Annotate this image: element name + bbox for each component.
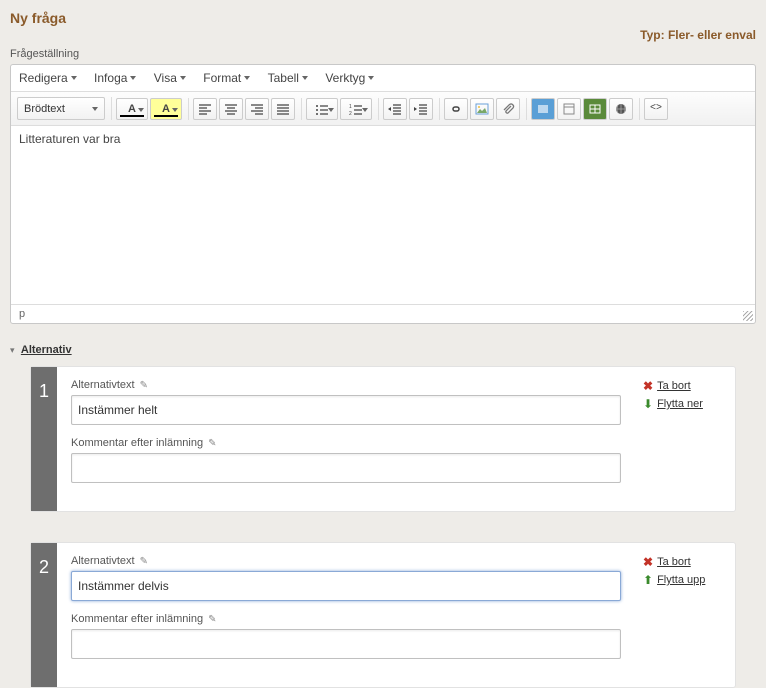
align-right-icon[interactable] xyxy=(245,98,269,120)
alternative-block: 1 Alternativtext ✎ Kommentar efter inläm… xyxy=(30,366,736,512)
remove-button[interactable]: ✖Ta bort xyxy=(643,555,727,569)
type-label: Typ: Fler- eller enval xyxy=(640,28,756,42)
menu-table[interactable]: Tabell xyxy=(268,71,308,85)
globe-icon[interactable] xyxy=(609,98,633,120)
alternative-number: 1 xyxy=(31,367,57,511)
editor-path: p xyxy=(19,308,25,320)
alt-text-label: Alternativtext ✎ xyxy=(71,555,621,567)
edit-icon[interactable]: ✎ xyxy=(208,614,216,625)
arrow-down-icon: ⬇ xyxy=(643,397,653,411)
block-format-select[interactable]: Brödtext xyxy=(17,97,105,120)
edit-icon[interactable]: ✎ xyxy=(140,556,148,567)
alt-comment-label: Kommentar efter inlämning ✎ xyxy=(71,437,621,449)
alt-text-input[interactable] xyxy=(71,395,621,425)
menu-tools[interactable]: Verktyg xyxy=(325,71,374,85)
svg-text:1: 1 xyxy=(349,104,352,110)
question-label: Frågeställning xyxy=(10,48,79,60)
remove-button[interactable]: ✖Ta bort xyxy=(643,379,727,393)
bullet-list-icon[interactable] xyxy=(306,98,338,120)
move-down-button[interactable]: ⬇Flytta ner xyxy=(643,397,727,411)
alternatives-header[interactable]: ▾ Alternativ xyxy=(10,342,756,356)
menu-insert[interactable]: Infoga xyxy=(94,71,136,85)
menu-edit[interactable]: Redigera xyxy=(19,71,77,85)
template-icon[interactable] xyxy=(557,98,581,120)
rich-text-editor: Redigera Infoga Visa Format Tabell Verkt… xyxy=(10,64,756,324)
edit-icon[interactable]: ✎ xyxy=(208,438,216,449)
move-up-button[interactable]: ⬆Flytta upp xyxy=(643,573,727,587)
number-list-icon[interactable]: 12 xyxy=(340,98,372,120)
editor-content[interactable]: Litteraturen var bra xyxy=(11,126,755,304)
link-icon[interactable] xyxy=(444,98,468,120)
alt-text-input[interactable] xyxy=(71,571,621,601)
alternative-block: 2 Alternativtext ✎ Kommentar efter inläm… xyxy=(30,542,736,688)
table-icon[interactable] xyxy=(583,98,607,120)
chevron-down-icon: ▾ xyxy=(10,345,15,356)
alt-comment-label: Kommentar efter inlämning ✎ xyxy=(71,613,621,625)
outdent-icon[interactable] xyxy=(383,98,407,120)
align-left-icon[interactable] xyxy=(193,98,217,120)
menu-format[interactable]: Format xyxy=(203,71,250,85)
resize-grip-icon[interactable] xyxy=(743,311,753,321)
page-title: Ny fråga xyxy=(10,10,66,26)
editor-menubar: Redigera Infoga Visa Format Tabell Verkt… xyxy=(11,65,755,92)
svg-text:2: 2 xyxy=(349,111,352,115)
menu-view[interactable]: Visa xyxy=(154,71,186,85)
attachment-icon[interactable] xyxy=(496,98,520,120)
text-color-button[interactable]: A xyxy=(116,98,148,120)
alt-comment-input[interactable] xyxy=(71,453,621,483)
editor-status-bar: p xyxy=(11,304,755,323)
indent-icon[interactable] xyxy=(409,98,433,120)
media-icon[interactable] xyxy=(531,98,555,120)
editor-toolbar: Brödtext A A 12 xyxy=(11,92,755,126)
arrow-up-icon: ⬆ xyxy=(643,573,653,587)
alt-comment-input[interactable] xyxy=(71,629,621,659)
align-center-icon[interactable] xyxy=(219,98,243,120)
delete-icon: ✖ xyxy=(643,555,653,569)
highlight-button[interactable]: A xyxy=(150,98,182,120)
alternative-number: 2 xyxy=(31,543,57,687)
source-code-icon[interactable]: <> xyxy=(644,98,668,120)
image-icon[interactable] xyxy=(470,98,494,120)
align-justify-icon[interactable] xyxy=(271,98,295,120)
edit-icon[interactable]: ✎ xyxy=(140,380,148,391)
delete-icon: ✖ xyxy=(643,379,653,393)
alt-text-label: Alternativtext ✎ xyxy=(71,379,621,391)
